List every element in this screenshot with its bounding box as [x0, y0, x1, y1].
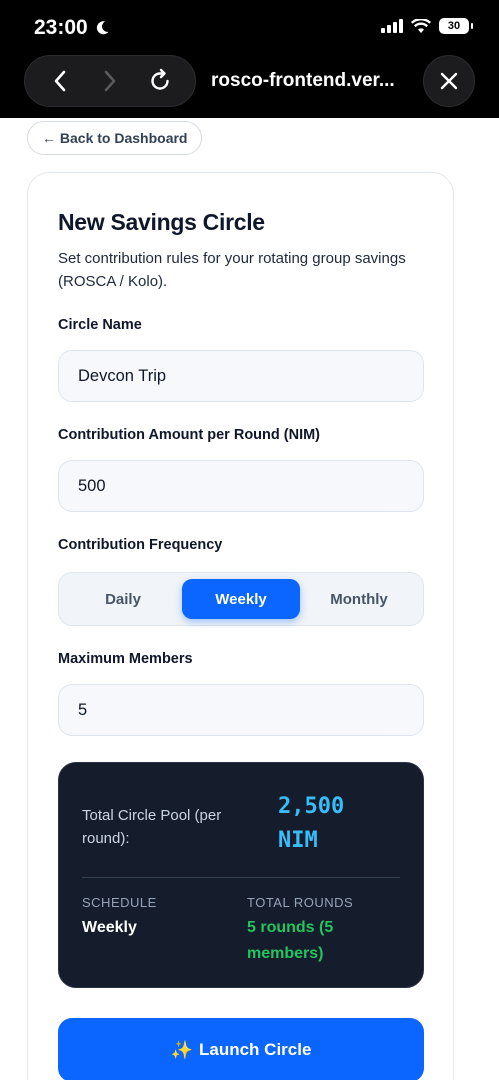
status-time: 23:00	[34, 16, 110, 40]
circle-name-label: Circle Name	[58, 317, 142, 333]
close-icon[interactable]	[423, 55, 475, 107]
total-rounds-value: 5 rounds (5 members)	[247, 919, 334, 962]
pool-value: 2,500 NIM	[278, 790, 344, 858]
frequency-option-weekly[interactable]: Weekly	[182, 579, 300, 619]
url-bar[interactable]: rosco-frontend.ver...	[211, 70, 395, 92]
reload-icon[interactable]	[140, 61, 180, 101]
schedule-label: SCHEDULE	[82, 895, 157, 910]
sparkle-icon: ✨	[170, 1039, 193, 1060]
page-title: New Savings Circle	[58, 209, 265, 235]
pool-label: Total Circle Pool (per round):	[82, 807, 222, 847]
launch-circle-button[interactable]: ✨ Launch Circle	[58, 1018, 424, 1080]
frequency-option-monthly[interactable]: Monthly	[300, 579, 418, 619]
navigation-controls	[24, 55, 196, 107]
summary-divider	[82, 877, 400, 878]
page-subtitle: Set contribution rules for your rotating…	[58, 250, 406, 290]
launch-label: Launch Circle	[199, 1040, 312, 1059]
time-label: 23:00	[34, 16, 88, 39]
back-arrow-icon[interactable]	[40, 61, 80, 101]
forward-arrow-icon[interactable]	[90, 61, 130, 101]
signal-icon	[381, 19, 403, 33]
schedule-value: Weekly	[82, 919, 137, 936]
frequency-option-daily[interactable]: Daily	[64, 579, 182, 619]
new-circle-card: New Savings Circle Set contribution rule…	[27, 172, 454, 1080]
frequency-label: Contribution Frequency	[58, 537, 223, 553]
battery-indicator: 30	[439, 18, 473, 34]
pool-unit: NIM	[278, 828, 318, 853]
moon-icon	[96, 21, 109, 35]
pool-summary-panel: Total Circle Pool (per round): 2,500 NIM…	[58, 762, 424, 988]
status-icons: 30	[381, 18, 473, 34]
amount-label: Contribution Amount per Round (NIM)	[58, 427, 321, 443]
members-input[interactable]	[58, 684, 424, 736]
circle-name-input[interactable]	[58, 350, 424, 402]
members-label: Maximum Members	[58, 651, 193, 667]
amount-input[interactable]	[58, 460, 424, 512]
total-rounds-label: TOTAL ROUNDS	[247, 895, 354, 910]
frequency-selector: Daily Weekly Monthly	[58, 572, 424, 626]
pool-amount: 2,500	[278, 794, 345, 819]
wifi-icon	[411, 18, 431, 33]
back-to-dashboard-button[interactable]: ← Back to Dashboard	[27, 121, 203, 155]
browser-chrome: 23:00 30 rosco-frontend.ver...	[0, 0, 499, 118]
